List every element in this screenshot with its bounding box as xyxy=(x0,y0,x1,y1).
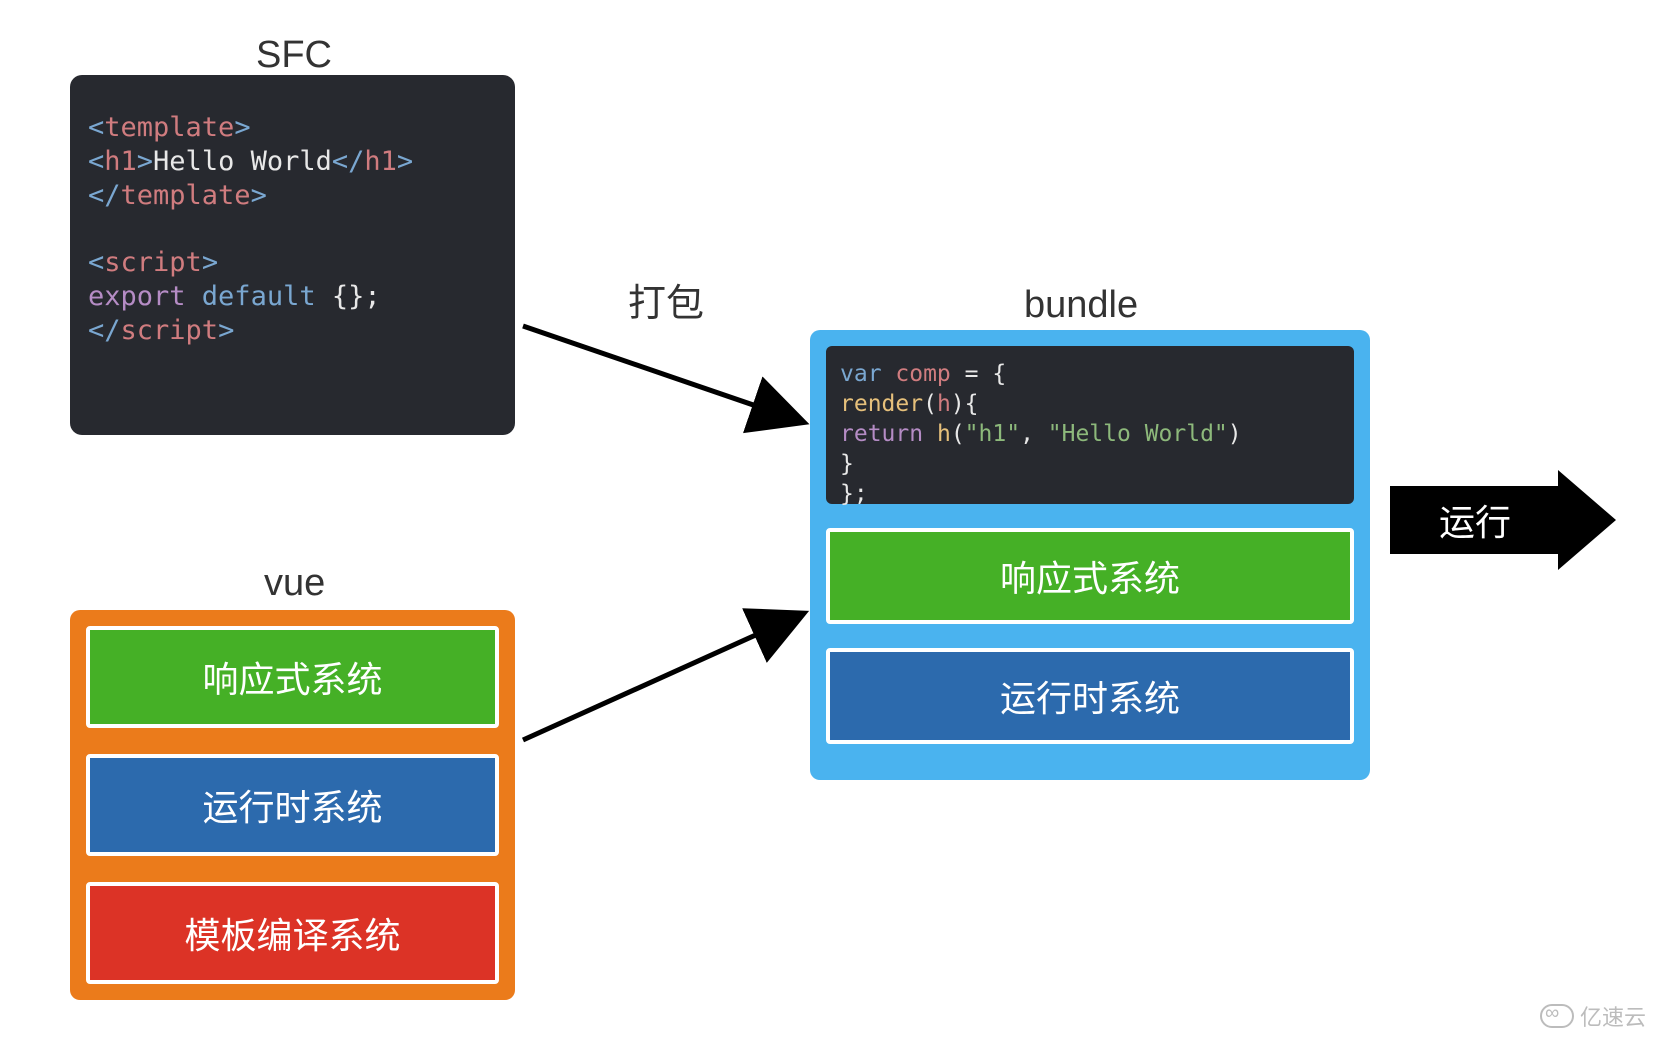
vue-runtime-box: 运行时系统 xyxy=(86,754,499,856)
code-token: ( xyxy=(951,421,965,447)
code-token: return xyxy=(840,421,923,447)
code-token: h xyxy=(937,421,951,447)
code-token: </ xyxy=(88,315,121,346)
bundle-reactive-box: 响应式系统 xyxy=(826,528,1354,624)
code-token: {}; xyxy=(332,281,381,312)
sfc-code-block: <template> <h1>Hello World</h1> </templa… xyxy=(70,75,515,435)
run-arrow: 运行 xyxy=(1390,470,1625,570)
code-token: "Hello World" xyxy=(1048,421,1228,447)
code-token: < xyxy=(88,247,104,278)
code-token: , xyxy=(1020,421,1048,447)
code-token: render xyxy=(840,391,923,417)
arrow-vue-to-bundle xyxy=(518,600,818,750)
vue-container: 响应式系统 运行时系统 模板编译系统 xyxy=(70,610,515,1000)
run-arrow-label: 运行 xyxy=(1390,486,1560,554)
code-token: = { xyxy=(965,361,1007,387)
code-token: < xyxy=(88,112,104,143)
code-token: h1 xyxy=(104,146,137,177)
code-token: > xyxy=(137,146,153,177)
sfc-title-label: SFC xyxy=(256,34,332,77)
code-token: Hello World xyxy=(153,146,332,177)
code-token: default xyxy=(202,281,332,312)
bundle-runtime-box: 运行时系统 xyxy=(826,648,1354,744)
code-token: } xyxy=(840,451,854,477)
code-token: export xyxy=(88,281,202,312)
code-token: template xyxy=(104,112,234,143)
code-token: "h1" xyxy=(965,421,1020,447)
code-token: script xyxy=(121,315,219,346)
code-token: > xyxy=(218,315,234,346)
code-token: ) xyxy=(1228,421,1242,447)
arrow-sfc-to-bundle xyxy=(518,316,818,446)
code-token: < xyxy=(88,146,104,177)
vue-compiler-box: 模板编译系统 xyxy=(86,882,499,984)
code-token: > xyxy=(234,112,250,143)
code-token: script xyxy=(104,247,202,278)
vue-title-label: vue xyxy=(264,562,325,605)
code-token: h1 xyxy=(364,146,397,177)
code-token: > xyxy=(202,247,218,278)
code-token: template xyxy=(121,180,251,211)
watermark: 亿速云 xyxy=(1540,1000,1646,1032)
code-token: ( xyxy=(923,391,937,417)
code-token: }; xyxy=(840,481,868,507)
code-token: ){ xyxy=(951,391,979,417)
code-token: h xyxy=(937,391,951,417)
bundle-code-block: var comp = { render(h){ return h("h1", "… xyxy=(826,346,1354,504)
code-token: </ xyxy=(88,180,121,211)
code-token: > xyxy=(397,146,413,177)
vue-reactive-box: 响应式系统 xyxy=(86,626,499,728)
code-token xyxy=(923,421,937,447)
watermark-text: 亿速云 xyxy=(1580,1000,1646,1032)
code-token: var xyxy=(840,361,882,387)
bundle-container: var comp = { render(h){ return h("h1", "… xyxy=(810,330,1370,780)
code-token: > xyxy=(251,180,267,211)
code-token: </ xyxy=(332,146,365,177)
arrow-head-icon xyxy=(1558,470,1616,570)
bundle-title-label: bundle xyxy=(1024,284,1138,327)
watermark-icon xyxy=(1540,1004,1574,1028)
code-token: comp xyxy=(882,361,965,387)
